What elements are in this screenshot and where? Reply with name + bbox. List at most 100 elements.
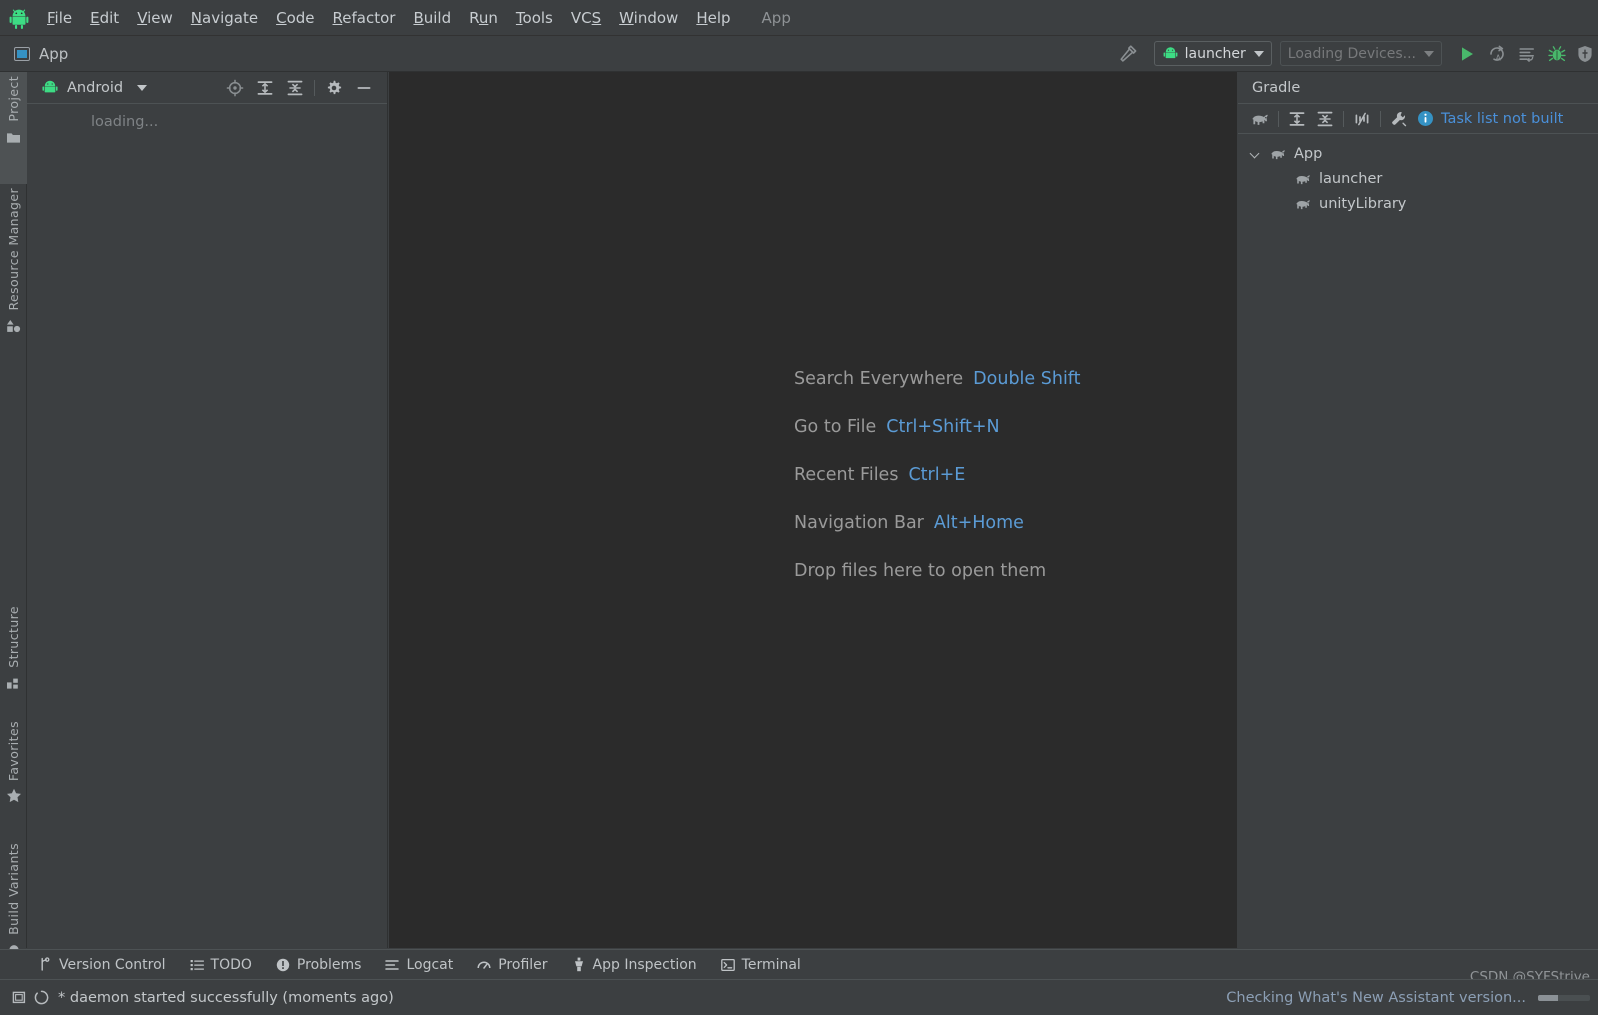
menu-vcs[interactable]: VCS xyxy=(562,7,610,29)
menu-view[interactable]: View xyxy=(128,7,182,29)
sidebar-item-resource-manager[interactable]: Resource Manager xyxy=(0,184,27,389)
sidebar-item-project[interactable]: Project xyxy=(0,72,27,184)
menu-refactor[interactable]: Refactor xyxy=(324,7,405,29)
tab-label: Problems xyxy=(296,956,362,973)
status-message: * daemon started successfully (moments a… xyxy=(58,989,394,1006)
apply-changes-button[interactable]: A xyxy=(1482,39,1512,69)
tab-terminal[interactable]: Terminal xyxy=(720,956,801,973)
menu-file[interactable]: File xyxy=(38,7,81,29)
menubar-project-name: App xyxy=(761,8,791,27)
background-tasks-spinner-icon[interactable] xyxy=(30,990,52,1005)
chevron-down-icon[interactable] xyxy=(1250,147,1263,160)
toolbar-actions: launcher Loading Devices... A xyxy=(1108,36,1598,72)
toggle-offline-mode-icon[interactable] xyxy=(1348,106,1376,132)
lines-icon xyxy=(385,958,400,972)
menu-code[interactable]: Code xyxy=(267,7,323,29)
menu-edit[interactable]: Edit xyxy=(81,7,128,29)
terminal-icon xyxy=(720,958,735,972)
sidebar-item-favorites[interactable]: Favorites xyxy=(0,717,27,839)
gradle-task-notice[interactable]: Task list not built xyxy=(1417,110,1563,127)
android-studio-window: File Edit View Navigate Code Refactor Bu… xyxy=(0,0,1598,1015)
sidebar-item-structure[interactable]: Structure xyxy=(0,602,27,717)
tab-problems[interactable]: Problems xyxy=(276,956,362,973)
tab-label: TODO xyxy=(210,956,252,973)
hint-label: Drop files here to open them xyxy=(794,561,1047,581)
expand-all-icon[interactable] xyxy=(1283,106,1311,132)
apply-changes-icon: A xyxy=(1490,45,1504,62)
gradle-tree-label: launcher xyxy=(1319,170,1383,187)
profile-icon xyxy=(1578,45,1592,62)
svg-text:A: A xyxy=(1496,53,1502,62)
gradle-task-notice-text: Task list not built xyxy=(1441,110,1564,127)
project-tool-window: Android loading... xyxy=(27,72,388,948)
menu-tools[interactable]: Tools xyxy=(507,7,562,29)
hint-row: Recent Files Ctrl+E xyxy=(794,451,1081,499)
expand-all-icon[interactable] xyxy=(250,75,280,101)
run-configuration-selector[interactable]: launcher xyxy=(1153,41,1272,66)
tab-logcat[interactable]: Logcat xyxy=(385,957,453,973)
android-logo-icon xyxy=(8,7,30,29)
exclamation-circle-icon xyxy=(276,958,290,972)
device-selector[interactable]: Loading Devices... xyxy=(1279,41,1442,66)
run-configuration-label: launcher xyxy=(1184,45,1246,62)
gradle-tool-window: Gradle Task list not built App launcher … xyxy=(1238,72,1598,948)
profile-button[interactable] xyxy=(1572,39,1598,69)
inspection-icon xyxy=(572,957,586,972)
memory-indicator-icon[interactable] xyxy=(8,990,30,1005)
toolbar-divider xyxy=(314,79,315,96)
settings-gear-icon[interactable] xyxy=(319,75,349,101)
sidebar-item-label: Build Variants xyxy=(6,843,21,935)
gradle-tree-row-app[interactable]: App xyxy=(1238,141,1598,166)
tab-label: App Inspection xyxy=(592,956,697,973)
folder-icon xyxy=(6,129,21,148)
android-icon xyxy=(41,80,59,95)
project-tree-loading-text: loading... xyxy=(91,114,159,130)
sidebar-item-label: Structure xyxy=(6,606,21,668)
tab-label: Profiler xyxy=(498,956,548,973)
menu-bar: File Edit View Navigate Code Refactor Bu… xyxy=(0,0,1598,36)
editor-hints: Search Everywhere Double Shift Go to Fil… xyxy=(794,355,1081,595)
gradle-tree-row-unitylibrary[interactable]: unityLibrary xyxy=(1238,191,1598,216)
select-opened-file-icon[interactable] xyxy=(220,75,250,101)
gradle-settings-icon[interactable] xyxy=(1385,106,1413,132)
chevron-down-icon[interactable] xyxy=(137,84,148,91)
tab-profiler[interactable]: Profiler xyxy=(477,956,548,973)
coverage-icon xyxy=(1519,47,1534,62)
menu-help[interactable]: Help xyxy=(687,7,739,29)
hint-shortcut: Alt+Home xyxy=(933,513,1024,533)
hint-row: Search Everywhere Double Shift xyxy=(794,355,1081,403)
gradle-tree-label: App xyxy=(1294,145,1323,162)
project-window-icon xyxy=(14,46,30,61)
tab-app-inspection[interactable]: App Inspection xyxy=(572,957,697,973)
tab-version-control[interactable]: Version Control xyxy=(38,957,166,973)
device-selector-label: Loading Devices... xyxy=(1287,45,1416,62)
tab-todo[interactable]: TODO xyxy=(190,957,252,973)
gradle-refresh-icon[interactable] xyxy=(1246,106,1274,132)
gradle-tree-row-launcher[interactable]: launcher xyxy=(1238,166,1598,191)
menu-build[interactable]: Build xyxy=(404,7,460,29)
menu-window[interactable]: Window xyxy=(610,7,687,29)
hint-row: Go to File Ctrl+Shift+N xyxy=(794,403,1081,451)
debug-button[interactable] xyxy=(1542,39,1572,69)
hint-label: Search Everywhere xyxy=(794,369,964,389)
run-button[interactable] xyxy=(1452,39,1482,69)
hint-label: Recent Files xyxy=(794,465,899,485)
branch-icon xyxy=(38,957,52,972)
status-bar: * daemon started successfully (moments a… xyxy=(0,979,1598,1015)
make-project-button[interactable] xyxy=(1108,39,1148,69)
shapes-icon xyxy=(6,318,21,337)
gradle-panel-title: Gradle xyxy=(1252,79,1301,96)
menu-navigate[interactable]: Navigate xyxy=(182,7,267,29)
info-icon xyxy=(1418,111,1433,126)
gradle-elephant-icon xyxy=(1294,172,1312,186)
hide-panel-icon[interactable] xyxy=(349,75,379,101)
collapse-all-icon[interactable] xyxy=(280,75,310,101)
toolbar-divider xyxy=(1278,110,1279,127)
collapse-all-icon[interactable] xyxy=(1311,106,1339,132)
hint-row: Navigation Bar Alt+Home xyxy=(794,499,1081,547)
menu-run[interactable]: Run xyxy=(460,7,507,29)
hint-shortcut: Ctrl+Shift+N xyxy=(886,417,1000,437)
gradle-panel-toolbar: Task list not built xyxy=(1238,104,1598,134)
tab-label: Terminal xyxy=(741,956,801,973)
run-with-coverage-button[interactable] xyxy=(1512,39,1542,69)
